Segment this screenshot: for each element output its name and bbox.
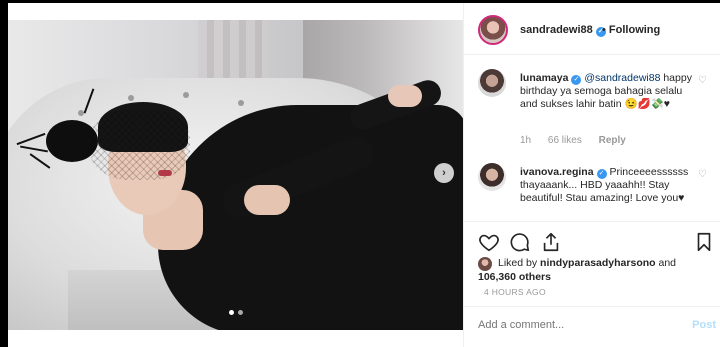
photo-hand [244,185,290,215]
following-button[interactable]: Following [609,24,660,36]
page-backdrop: › sandradewi88 ✓ • Following lunamaya ✓ @s… [0,0,720,347]
post-timestamp[interactable]: 4 HOURS AGO [484,287,546,297]
commenter-username[interactable]: ivanova.regina [520,166,594,178]
carousel-dot-active [229,310,234,315]
comment-mention[interactable]: @sandradewi88 [584,72,660,84]
comment-body: ivanova.regina ✓ Princeeeessssss thayaaan… [520,166,692,205]
photo-hand [388,85,422,107]
commenter-avatar[interactable] [478,69,506,97]
liker-username[interactable]: nindyparasadyharsono [540,257,656,269]
sofa-tuft [128,95,134,101]
author-avatar[interactable] [478,15,508,45]
next-photo-button[interactable]: › [434,163,454,183]
add-comment-bar: Post [464,306,720,347]
author-username[interactable]: sandradewi88 ✓ [520,24,606,37]
commenter-avatar[interactable] [478,163,506,191]
comment-like-heart-icon[interactable]: ♡ [698,169,707,180]
follow-status[interactable]: • Following [602,24,660,36]
comment-like-heart-icon[interactable]: ♡ [698,75,707,86]
heart-icon[interactable] [478,231,500,253]
post-actions [464,221,720,261]
post-header: sandradewi88 ✓ • Following [464,3,720,55]
share-icon[interactable] [540,231,562,253]
author-username-text[interactable]: sandradewi88 [520,24,593,36]
likes-others-count[interactable]: 106,360 others [478,271,551,283]
comment-reply-button[interactable]: Reply [599,135,626,146]
verified-badge-icon: ✓ [596,169,607,179]
chevron-right-icon: › [442,167,446,179]
comment-likes[interactable]: 66 likes [548,135,582,146]
sofa-tuft [238,100,244,106]
carousel-dot [238,310,243,315]
comment-body: lunamaya ✓ @sandradewi88 happy birthday y… [520,72,692,111]
bookmark-icon[interactable] [693,231,715,253]
photo-lips [158,170,172,176]
comment-meta: 1h 66 likes Reply [520,135,640,146]
add-comment-input[interactable] [478,319,668,331]
post-modal: › sandradewi88 ✓ • Following lunamaya ✓ @s… [8,3,720,347]
commenter-username[interactable]: lunamaya [520,72,568,84]
photo-veil [90,110,190,180]
comment-icon[interactable] [509,231,531,253]
verified-badge-icon: ✓ [571,75,582,85]
likes-summary: Liked by nindyparasadyharsono and 106,36… [478,256,713,284]
post-sidebar: sandradewi88 ✓ • Following lunamaya ✓ @san… [463,3,720,347]
separator-dot: • [602,24,606,36]
comment-time[interactable]: 1h [520,135,531,146]
post-photo [8,20,463,330]
likes-joiner: and [658,257,677,269]
likes-prefix: Liked by [498,257,538,269]
carousel-indicator [229,310,243,315]
sofa-tuft [183,92,189,98]
post-comment-button[interactable]: Post [692,319,716,331]
